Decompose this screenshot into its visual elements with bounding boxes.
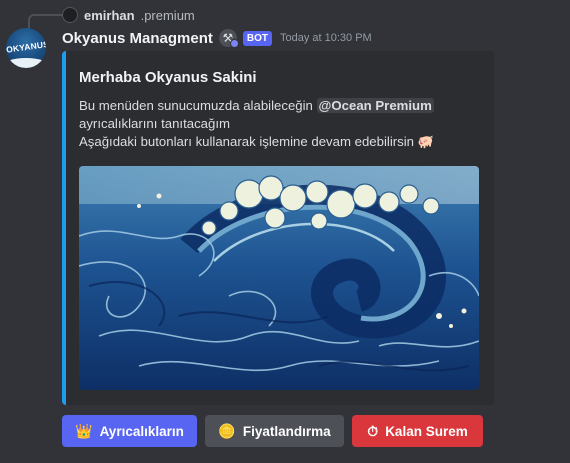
message-header: Okyanus Managment ⚒ BOT Today at 10:30 P…: [62, 28, 372, 48]
avatar-text: OKYANUS: [6, 38, 46, 55]
avatar[interactable]: OKYANUS: [6, 28, 46, 68]
coins-icon: 🪙: [218, 423, 236, 439]
embed-description: Bu menüden sunucumuzda alabileceğin @Oce…: [79, 97, 483, 151]
reply-reference[interactable]: emirhan .premium: [62, 6, 195, 24]
embed-desc-line3: Aşağıdaki butonları kullanarak işlemine …: [79, 134, 414, 149]
pricing-button-label: Fiyatlandırma: [242, 423, 331, 439]
embed-desc-line2: ayrıcalıklarını tanıtacağım: [79, 116, 230, 131]
stopwatch-icon: ⏱: [367, 423, 379, 439]
role-mention[interactable]: @Ocean Premium: [316, 98, 434, 113]
bot-badge: BOT: [242, 30, 272, 46]
embed-desc-line1: Bu menüden sunucumuzda alabileceğin: [79, 98, 317, 113]
reply-username[interactable]: emirhan: [84, 8, 135, 23]
crown-icon: 👑: [75, 423, 93, 439]
remaining-time-button[interactable]: ⏱ Kalan Surem: [352, 415, 483, 447]
action-row: 👑 Ayrıcalıkların 🪙 Fiyatlandırma ⏱ Kalan…: [62, 415, 483, 447]
embed-title: Merhaba Okyanus Sakini: [79, 69, 257, 86]
embed: Merhaba Okyanus Sakini Bu menüden sunucu…: [62, 51, 494, 405]
reply-avatar[interactable]: [62, 7, 78, 23]
remaining-time-button-label: Kalan Surem: [385, 423, 468, 439]
tools-icon: ⚒: [218, 29, 239, 48]
pig-icon: 🐖: [417, 134, 434, 149]
privileges-button-label: Ayrıcalıkların: [99, 423, 184, 439]
reply-text[interactable]: .premium: [141, 8, 195, 23]
timestamp[interactable]: Today at 10:30 PM: [280, 32, 372, 44]
pricing-button[interactable]: 🪙 Fiyatlandırma: [205, 415, 344, 447]
avatar-wave: [6, 58, 46, 68]
author-name[interactable]: Okyanus Managment: [62, 30, 213, 47]
privileges-button[interactable]: 👑 Ayrıcalıkların: [62, 415, 197, 447]
ocean-wave-image[interactable]: [79, 166, 479, 390]
reply-connector: [28, 14, 62, 30]
